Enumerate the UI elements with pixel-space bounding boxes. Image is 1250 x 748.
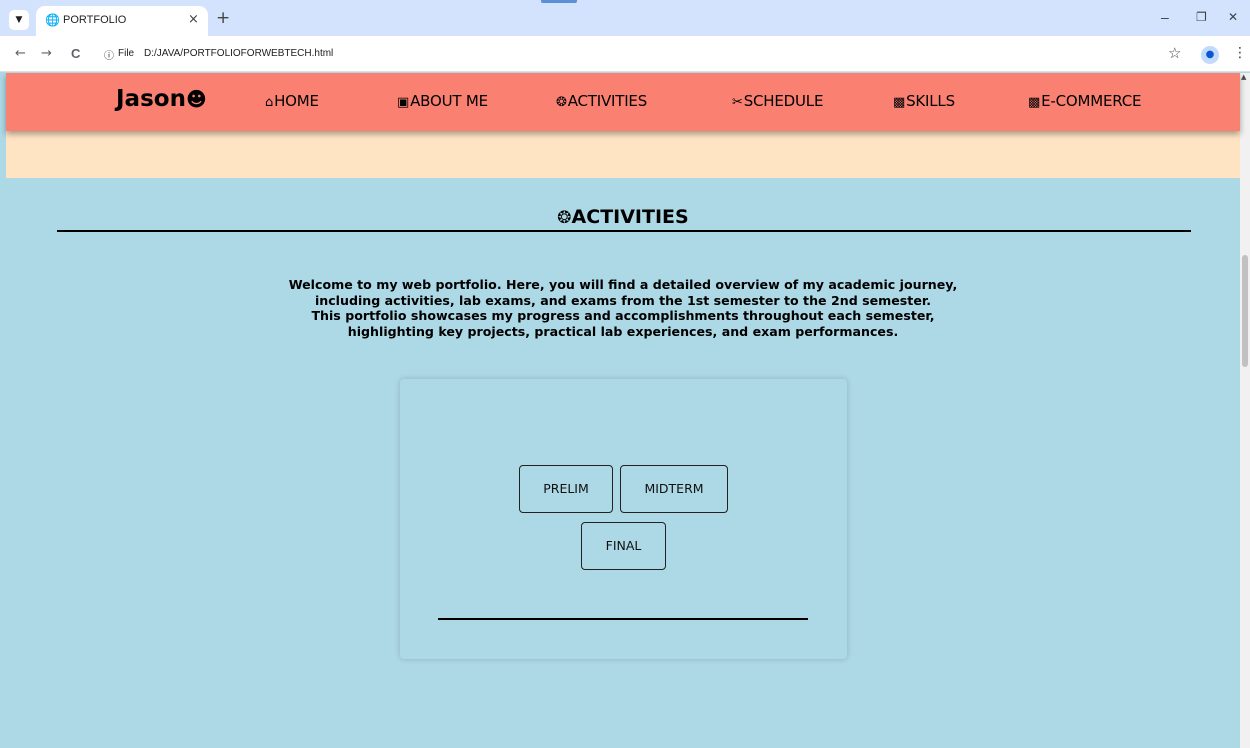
nav-item-about-me[interactable]: ▣ABOUT ME [397, 92, 488, 110]
tab-title: PORTFOLIO [63, 14, 127, 26]
site-navbar: Jason☻ ⌂HOME ▣ABOUT ME ❂ACTIVITIES ✂SCHE… [6, 73, 1240, 131]
intro-line: including activities, lab exams, and exa… [314, 292, 932, 308]
profile-avatar[interactable]: ● [1201, 46, 1219, 64]
card-divider [438, 618, 808, 620]
intro-paragraph: Welcome to my web portfolio. Here, you w… [223, 277, 1023, 339]
menu-icon[interactable]: ⋮ [1233, 45, 1247, 61]
atom-icon: ❂ [557, 208, 572, 228]
term-selector-card: PRELIM MIDTERM FINAL [400, 379, 847, 659]
nav-item-activities[interactable]: ❂ACTIVITIES [556, 92, 647, 110]
nav-item-e-commerce[interactable]: ▩E-COMMERCE [1028, 92, 1141, 110]
brand-logo[interactable]: Jason☻ [116, 86, 207, 112]
address-bar[interactable]: ⓘ File D:/JAVA/PORTFOLIOFORWEBTECH.html [92, 43, 1144, 65]
id-card-icon: ▣ [397, 95, 410, 110]
url-text[interactable]: D:/JAVA/PORTFOLIOFORWEBTECH.html [144, 48, 333, 59]
forward-button[interactable]: → [41, 46, 52, 61]
final-button[interactable]: FINAL [581, 522, 666, 570]
midterm-button[interactable]: MIDTERM [620, 465, 728, 513]
restore-button[interactable]: ❐ [1196, 10, 1207, 24]
section-title-text: ACTIVITIES [571, 206, 689, 228]
briefcase-icon: ▩ [893, 95, 906, 110]
page-viewport: Jason☻ ⌂HOME ▣ABOUT ME ❂ACTIVITIES ✂SCHE… [0, 73, 1250, 748]
intro-line: highlighting key projects, practical lab… [347, 323, 899, 339]
minimize-button[interactable]: – [1161, 9, 1169, 25]
back-button[interactable]: ← [15, 46, 26, 61]
url-scheme-label: File [118, 48, 135, 59]
vertical-scrollbar[interactable]: ▲ [1240, 73, 1250, 748]
intro-line: Welcome to my web portfolio. Here, you w… [288, 277, 958, 292]
nav-item-activities-label: ACTIVITIES [567, 92, 648, 110]
home-icon: ⌂ [265, 95, 274, 110]
info-icon[interactable]: ⓘ [104, 47, 114, 62]
scrollbar-thumb[interactable] [1242, 255, 1248, 367]
nav-item-skills-label: SKILLS [906, 92, 955, 110]
intro-line: This portfolio showcases my progress and… [311, 308, 935, 323]
new-tab-button[interactable]: + [216, 8, 230, 28]
browser-tab[interactable]: 🌐 PORTFOLIO × [36, 6, 208, 36]
bookmark-star-icon[interactable]: ☆ [1168, 44, 1181, 62]
nav-item-home-label: HOME [274, 92, 319, 110]
brand-name: Jason [116, 86, 186, 112]
section-title: ❂ACTIVITIES [6, 206, 1240, 228]
nav-item-home[interactable]: ⌂HOME [265, 92, 319, 110]
tab-strip-accent [541, 0, 577, 3]
browser-toolbar: ← → C ⓘ File D:/JAVA/PORTFOLIOFORWEBTECH… [0, 36, 1250, 72]
nav-item-e-commerce-label: E-COMMERCE [1041, 92, 1142, 110]
chevron-down-icon[interactable]: ▼ [9, 10, 29, 30]
store-icon: ▩ [1028, 95, 1041, 110]
nav-item-about-me-label: ABOUT ME [410, 92, 488, 110]
browser-tab-strip: ▼ 🌐 PORTFOLIO × + – ❐ ✕ [0, 0, 1250, 36]
globe-icon: 🌐 [45, 13, 60, 27]
prelim-button[interactable]: PRELIM [519, 465, 613, 513]
title-divider [57, 230, 1191, 232]
scissors-icon: ✂ [732, 95, 743, 110]
user-circle-icon: ☻ [185, 87, 207, 111]
nav-item-schedule[interactable]: ✂SCHEDULE [732, 92, 823, 110]
close-icon[interactable]: × [188, 12, 199, 27]
peach-band [6, 131, 1240, 178]
scroll-up-arrow-icon[interactable]: ▲ [1241, 73, 1246, 81]
close-window-button[interactable]: ✕ [1228, 10, 1238, 24]
page-content: Jason☻ ⌂HOME ▣ABOUT ME ❂ACTIVITIES ✂SCHE… [6, 73, 1240, 748]
atom-icon: ❂ [556, 95, 567, 110]
nav-item-skills[interactable]: ▩SKILLS [893, 92, 955, 110]
nav-item-schedule-label: SCHEDULE [743, 92, 824, 110]
reload-button[interactable]: C [71, 46, 80, 61]
